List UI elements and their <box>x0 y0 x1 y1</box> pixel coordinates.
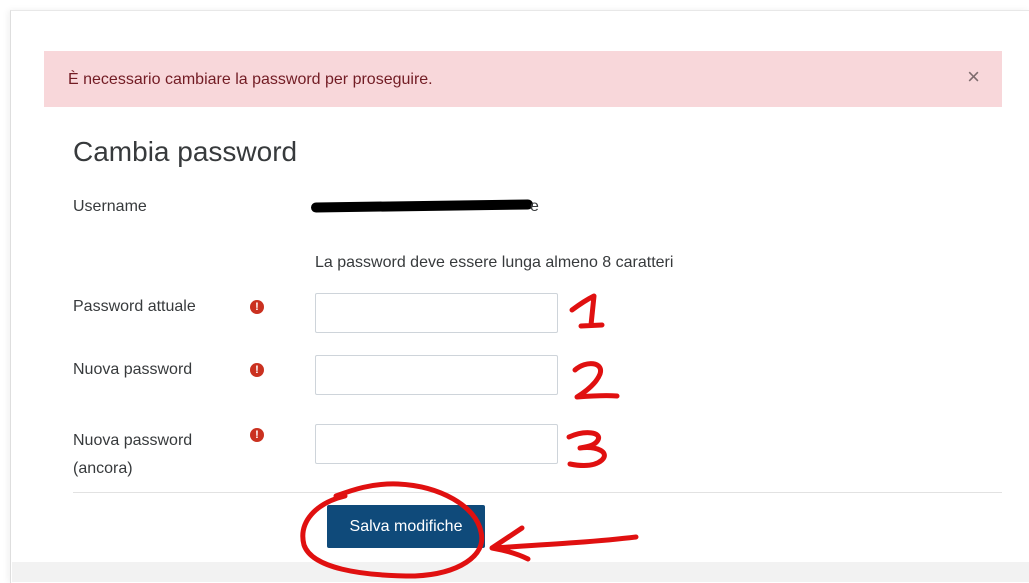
exclamation-circle-icon: ! <box>250 428 264 442</box>
page-title: Cambia password <box>73 136 298 167</box>
confirm-password-label-line1: Nuova password <box>73 432 193 449</box>
username-label: Username <box>73 198 147 215</box>
password-change-alert: È necessario cambiare la password per pr… <box>44 51 1002 107</box>
new-password-label: Nuova password <box>73 361 193 378</box>
exclamation-circle-icon: ! <box>250 300 264 314</box>
new-password-input[interactable] <box>315 355 558 395</box>
exclamation-circle-icon: ! <box>250 363 264 377</box>
current-password-label: Password attuale <box>73 298 196 315</box>
password-rule-text: La password deve essere lunga almeno 8 c… <box>315 254 674 271</box>
alert-message: È necessario cambiare la password per pr… <box>68 71 433 88</box>
save-changes-button[interactable]: Salva modifiche <box>327 505 485 548</box>
current-password-input[interactable] <box>315 293 558 333</box>
page-footer-strip <box>12 562 1029 582</box>
confirm-password-input[interactable] <box>315 424 558 464</box>
close-icon[interactable]: × <box>967 66 980 88</box>
username-value: e <box>530 198 539 215</box>
confirm-password-label-line2: (ancora) <box>73 460 133 477</box>
form-divider <box>73 492 1002 493</box>
confirm-password-label: Nuova password (ancora) <box>73 427 192 483</box>
